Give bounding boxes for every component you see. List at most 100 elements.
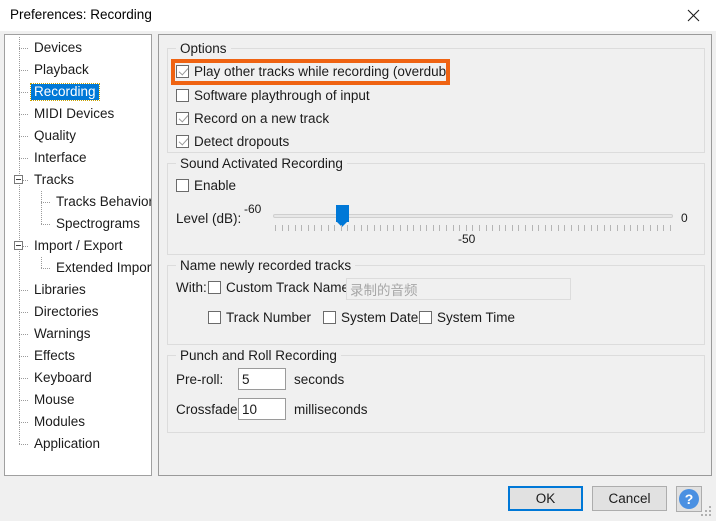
sidebar-item-keyboard[interactable]: Keyboard bbox=[31, 367, 95, 389]
slider-tick bbox=[413, 225, 415, 231]
slider-tick bbox=[439, 225, 441, 231]
sidebar-item-tracks-behaviors[interactable]: Tracks Behaviors bbox=[53, 191, 151, 213]
sidebar-item-extended-import[interactable]: Extended Import bbox=[53, 257, 151, 279]
slider-tick bbox=[518, 225, 520, 231]
slider-tick bbox=[314, 225, 316, 231]
slider-tick bbox=[478, 225, 480, 231]
sidebar-item-effects[interactable]: Effects bbox=[31, 345, 78, 367]
slider-tick bbox=[511, 225, 513, 231]
sidebar-item-label: Spectrograms bbox=[56, 216, 141, 231]
recording-settings-panel: Options Play other tracks while recordin… bbox=[158, 34, 712, 476]
tree-guide-line bbox=[19, 400, 28, 401]
crossfade-input[interactable] bbox=[238, 398, 286, 420]
slider-tick bbox=[590, 225, 592, 231]
checkbox-label: Software playthrough of input bbox=[194, 88, 370, 103]
preroll-units: seconds bbox=[294, 372, 345, 387]
sound-activated-group-title: Sound Activated Recording bbox=[176, 156, 347, 171]
sidebar-item-libraries[interactable]: Libraries bbox=[31, 279, 89, 301]
slider-tick bbox=[492, 225, 494, 231]
checkbox-software-playthrough[interactable]: Software playthrough of input bbox=[176, 88, 370, 103]
checkbox-detect-dropouts[interactable]: Detect dropouts bbox=[176, 134, 289, 149]
sidebar-item-label: Application bbox=[34, 436, 101, 451]
sidebar-item-directories[interactable]: Directories bbox=[31, 301, 102, 323]
checkbox-box bbox=[208, 311, 221, 324]
tree-guide-line bbox=[41, 202, 50, 203]
slider-tick bbox=[577, 225, 579, 231]
grip-dot bbox=[709, 510, 711, 512]
tree-guide-line bbox=[19, 334, 28, 335]
slider-tick bbox=[334, 225, 336, 231]
sidebar-item-warnings[interactable]: Warnings bbox=[31, 323, 94, 345]
sidebar-item-label: Interface bbox=[34, 150, 87, 165]
custom-track-name-input[interactable] bbox=[346, 278, 571, 300]
slider-tick bbox=[432, 225, 434, 231]
sidebar-item-label: MIDI Devices bbox=[34, 106, 115, 121]
cancel-button[interactable]: Cancel bbox=[592, 486, 667, 511]
tree-guide-line bbox=[19, 92, 28, 93]
checkbox-box bbox=[176, 112, 189, 125]
resize-grip[interactable] bbox=[701, 506, 713, 518]
checkbox-label: System Time bbox=[437, 310, 516, 325]
sidebar-item-mouse[interactable]: Mouse bbox=[31, 389, 78, 411]
checkbox-system-date[interactable]: System Date bbox=[323, 310, 418, 325]
slider-max-label: 0 bbox=[681, 211, 688, 225]
sidebar-item-label: Playback bbox=[34, 62, 89, 77]
slider-tick bbox=[426, 225, 428, 231]
level-slider-thumb[interactable] bbox=[336, 205, 349, 227]
tree-expander-icon[interactable] bbox=[14, 241, 23, 250]
sidebar-item-label: Recording bbox=[30, 83, 100, 101]
checkbox-sound-activation-enable[interactable]: Enable bbox=[176, 178, 236, 193]
slider-tick bbox=[564, 225, 566, 231]
slider-tick bbox=[584, 225, 586, 231]
sidebar-item-devices[interactable]: Devices bbox=[31, 37, 85, 59]
sidebar-item-recording[interactable]: Recording bbox=[30, 81, 100, 103]
sidebar-item-tracks[interactable]: Tracks bbox=[31, 169, 77, 191]
checkbox-record-new-track[interactable]: Record on a new track bbox=[176, 111, 329, 126]
checkbox-label: Enable bbox=[194, 178, 237, 193]
sidebar-item-label: Keyboard bbox=[34, 370, 92, 385]
checkbox-label: System Date bbox=[341, 310, 419, 325]
tree-guide-line bbox=[19, 48, 28, 49]
tree-expander-icon[interactable] bbox=[14, 175, 23, 184]
checkbox-system-time[interactable]: System Time bbox=[419, 310, 515, 325]
ok-button[interactable]: OK bbox=[508, 486, 583, 511]
tree-guide-line bbox=[41, 224, 50, 225]
help-button[interactable]: ? bbox=[676, 486, 702, 512]
checkbox-box bbox=[176, 135, 189, 148]
tree-guide-line bbox=[19, 312, 28, 313]
options-group-title: Options bbox=[176, 41, 231, 56]
tree-guide-line bbox=[19, 114, 28, 115]
sidebar-item-spectrograms[interactable]: Spectrograms bbox=[53, 213, 143, 235]
level-slider-track[interactable] bbox=[273, 205, 673, 227]
slider-tick bbox=[557, 225, 559, 231]
slider-min-label: -60 bbox=[244, 202, 262, 216]
checkbox-track-number[interactable]: Track Number bbox=[208, 310, 311, 325]
sidebar-item-import-export[interactable]: Import / Export bbox=[31, 235, 126, 257]
name-tracks-group-title: Name newly recorded tracks bbox=[176, 258, 356, 273]
preroll-input[interactable] bbox=[238, 368, 286, 390]
slider-tick bbox=[656, 225, 658, 231]
preferences-tree[interactable]: Devices Playback Recording MIDI Devices Qual… bbox=[4, 34, 152, 476]
grip-dot bbox=[709, 506, 711, 508]
sidebar-item-playback[interactable]: Playback bbox=[31, 59, 92, 81]
sidebar-item-modules[interactable]: Modules bbox=[31, 411, 88, 433]
slider-tick bbox=[459, 225, 461, 231]
slider-tick bbox=[669, 225, 671, 231]
tree-guide-line bbox=[41, 202, 42, 224]
sidebar-item-midi-devices[interactable]: MIDI Devices bbox=[31, 103, 117, 125]
checkbox-play-other-tracks[interactable]: Play other tracks while recording (overd… bbox=[176, 64, 451, 79]
grip-dot bbox=[709, 514, 711, 516]
checkbox-box bbox=[176, 65, 189, 78]
slider-tick bbox=[465, 225, 467, 231]
slider-tick bbox=[380, 225, 382, 231]
sidebar-item-label: Devices bbox=[34, 40, 83, 55]
slider-tick bbox=[623, 225, 625, 231]
sidebar-item-quality[interactable]: Quality bbox=[31, 125, 79, 147]
sidebar-item-label: Tracks bbox=[34, 172, 74, 187]
close-icon[interactable] bbox=[670, 0, 716, 31]
sidebar-item-application[interactable]: Application bbox=[31, 433, 103, 455]
checkbox-custom-track-name[interactable]: Custom Track Name bbox=[208, 280, 349, 295]
sidebar-item-interface[interactable]: Interface bbox=[31, 147, 90, 169]
checkbox-box bbox=[176, 89, 189, 102]
slider-tick bbox=[617, 225, 619, 231]
